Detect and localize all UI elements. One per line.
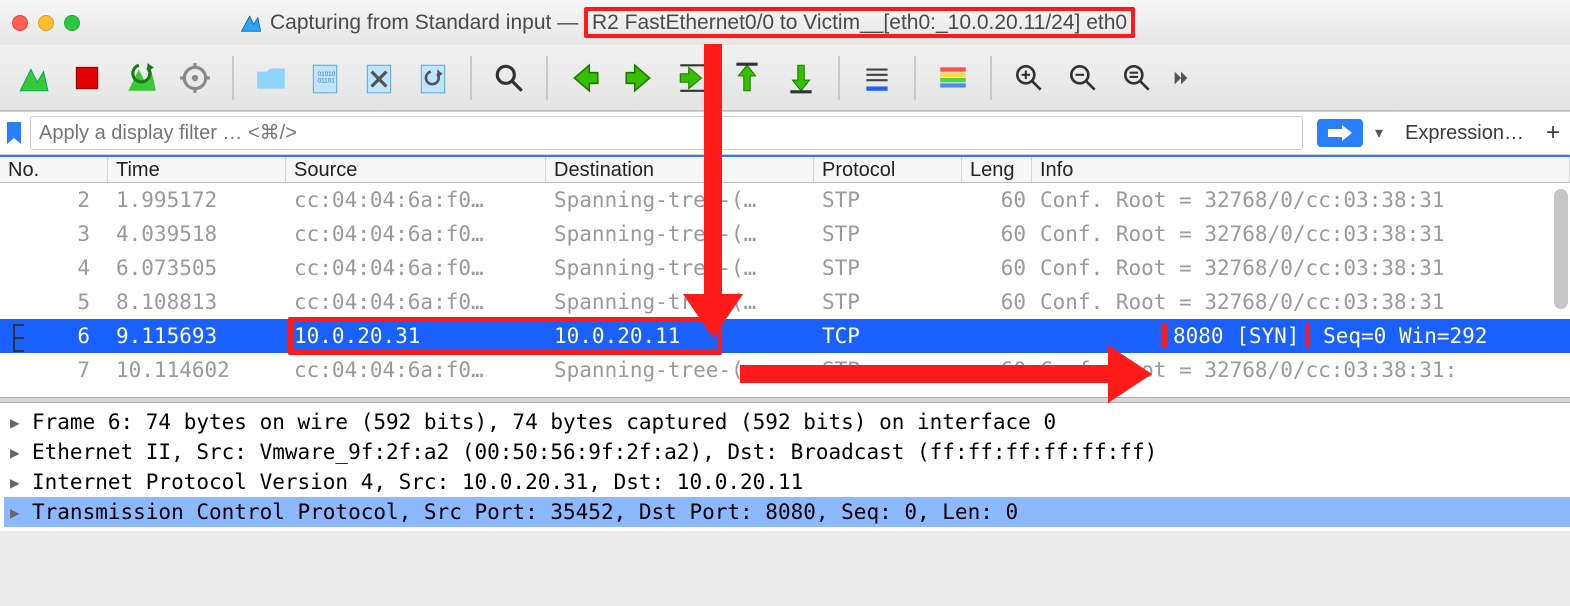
close-window-button[interactable]: [12, 15, 28, 31]
packet-row-selected[interactable]: 6 9.115693 10.0.20.31 10.0.20.11 TCP 808…: [0, 319, 1570, 353]
packet-list-header: No. Time Source Destination Protocol Len…: [0, 155, 1570, 183]
expand-icon[interactable]: ▶: [10, 503, 26, 522]
scrollbar-thumb[interactable]: [1554, 189, 1568, 309]
colorize-button[interactable]: [930, 55, 976, 101]
toolbar-separator: [470, 56, 472, 100]
wireshark-app-icon: [240, 12, 262, 34]
expand-icon[interactable]: ▶: [10, 413, 26, 432]
column-header-time[interactable]: Time: [108, 157, 286, 182]
title-prefix: Capturing from Standard input —: [270, 11, 584, 34]
column-header-info[interactable]: Info: [1032, 157, 1570, 182]
packet-list[interactable]: 2 1.995172 cc:04:04:6a:f0… Spanning-tree…: [0, 183, 1570, 397]
titlebar: Capturing from Standard input — R2 FastE…: [0, 0, 1570, 45]
main-toolbar: 0101001101: [0, 45, 1570, 111]
column-header-length[interactable]: Leng: [962, 157, 1032, 182]
column-header-destination[interactable]: Destination: [546, 157, 814, 182]
packet-list-scrollbar[interactable]: [1550, 183, 1568, 397]
open-file-button[interactable]: [248, 55, 294, 101]
current-packet-marker: [10, 323, 28, 353]
packet-info-tail: Seq=0 Win=292: [1323, 324, 1487, 348]
detail-frame[interactable]: ▶ Frame 6: 74 bytes on wire (592 bits), …: [4, 407, 1570, 437]
toolbar-separator: [838, 56, 840, 100]
toolbar-separator: [546, 56, 548, 100]
maximize-window-button[interactable]: [64, 15, 80, 31]
reload-file-button[interactable]: [410, 55, 456, 101]
go-to-last-button[interactable]: [778, 55, 824, 101]
go-forward-button[interactable]: [616, 55, 662, 101]
packet-details-pane[interactable]: ▶ Frame 6: 74 bytes on wire (592 bits), …: [0, 403, 1570, 531]
zoom-in-button[interactable]: [1006, 55, 1052, 101]
packet-row[interactable]: 2 1.995172 cc:04:04:6a:f0… Spanning-tree…: [0, 183, 1570, 217]
display-filter-bar: ▾ Expression… +: [0, 111, 1570, 155]
filter-history-dropdown[interactable]: ▾: [1375, 123, 1383, 143]
toolbar-separator: [914, 56, 916, 100]
packet-row[interactable]: 4 6.073505 cc:04:04:6a:f0… Spanning-tree…: [0, 251, 1570, 285]
packet-row[interactable]: 3 4.039518 cc:04:04:6a:f0… Spanning-tree…: [0, 217, 1570, 251]
go-to-packet-button[interactable]: [670, 55, 716, 101]
apply-filter-button[interactable]: [1317, 119, 1363, 147]
detail-tcp-selected[interactable]: ▶ Transmission Control Protocol, Src Por…: [4, 497, 1570, 527]
window-controls: [12, 15, 80, 31]
start-capture-button[interactable]: [10, 55, 56, 101]
zoom-reset-button[interactable]: [1114, 55, 1160, 101]
save-file-button[interactable]: 0101001101: [302, 55, 348, 101]
expand-icon[interactable]: ▶: [10, 443, 26, 462]
add-filter-button[interactable]: +: [1546, 119, 1560, 147]
go-to-first-button[interactable]: [724, 55, 770, 101]
find-packet-button[interactable]: [486, 55, 532, 101]
detail-ip[interactable]: ▶ Internet Protocol Version 4, Src: 10.0…: [4, 467, 1570, 497]
toolbar-separator: [232, 56, 234, 100]
close-file-button[interactable]: [356, 55, 402, 101]
restart-capture-button[interactable]: [118, 55, 164, 101]
title-capture-source: R2 FastEthernet0/0 to Victim__[eth0:_10.…: [584, 7, 1135, 38]
svg-text:01101: 01101: [318, 77, 336, 84]
zoom-out-button[interactable]: [1060, 55, 1106, 101]
toolbar-overflow-button[interactable]: [1168, 55, 1194, 101]
minimize-window-button[interactable]: [38, 15, 54, 31]
expand-icon[interactable]: ▶: [10, 473, 26, 492]
packet-row[interactable]: 5 8.108813 cc:04:04:6a:f0… Spanning-tree…: [0, 285, 1570, 319]
column-header-protocol[interactable]: Protocol: [814, 157, 962, 182]
window-title: Capturing from Standard input — R2 FastE…: [270, 11, 1135, 35]
packet-row[interactable]: 7 10.114602 cc:04:04:6a:f0… Spanning-tre…: [0, 353, 1570, 387]
auto-scroll-button[interactable]: [854, 55, 900, 101]
bookmark-icon[interactable]: [4, 120, 24, 146]
capture-options-button[interactable]: [172, 55, 218, 101]
expression-button[interactable]: Expression…: [1405, 122, 1524, 145]
display-filter-input[interactable]: [30, 116, 1303, 150]
column-header-source[interactable]: Source: [286, 157, 546, 182]
stop-capture-button[interactable]: [64, 55, 110, 101]
toolbar-separator: [990, 56, 992, 100]
annotation-port-syn: 8080 [SYN]: [1162, 324, 1310, 348]
column-header-no[interactable]: No.: [0, 157, 108, 182]
go-back-button[interactable]: [562, 55, 608, 101]
detail-ethernet[interactable]: ▶ Ethernet II, Src: Vmware_9f:2f:a2 (00:…: [4, 437, 1570, 467]
